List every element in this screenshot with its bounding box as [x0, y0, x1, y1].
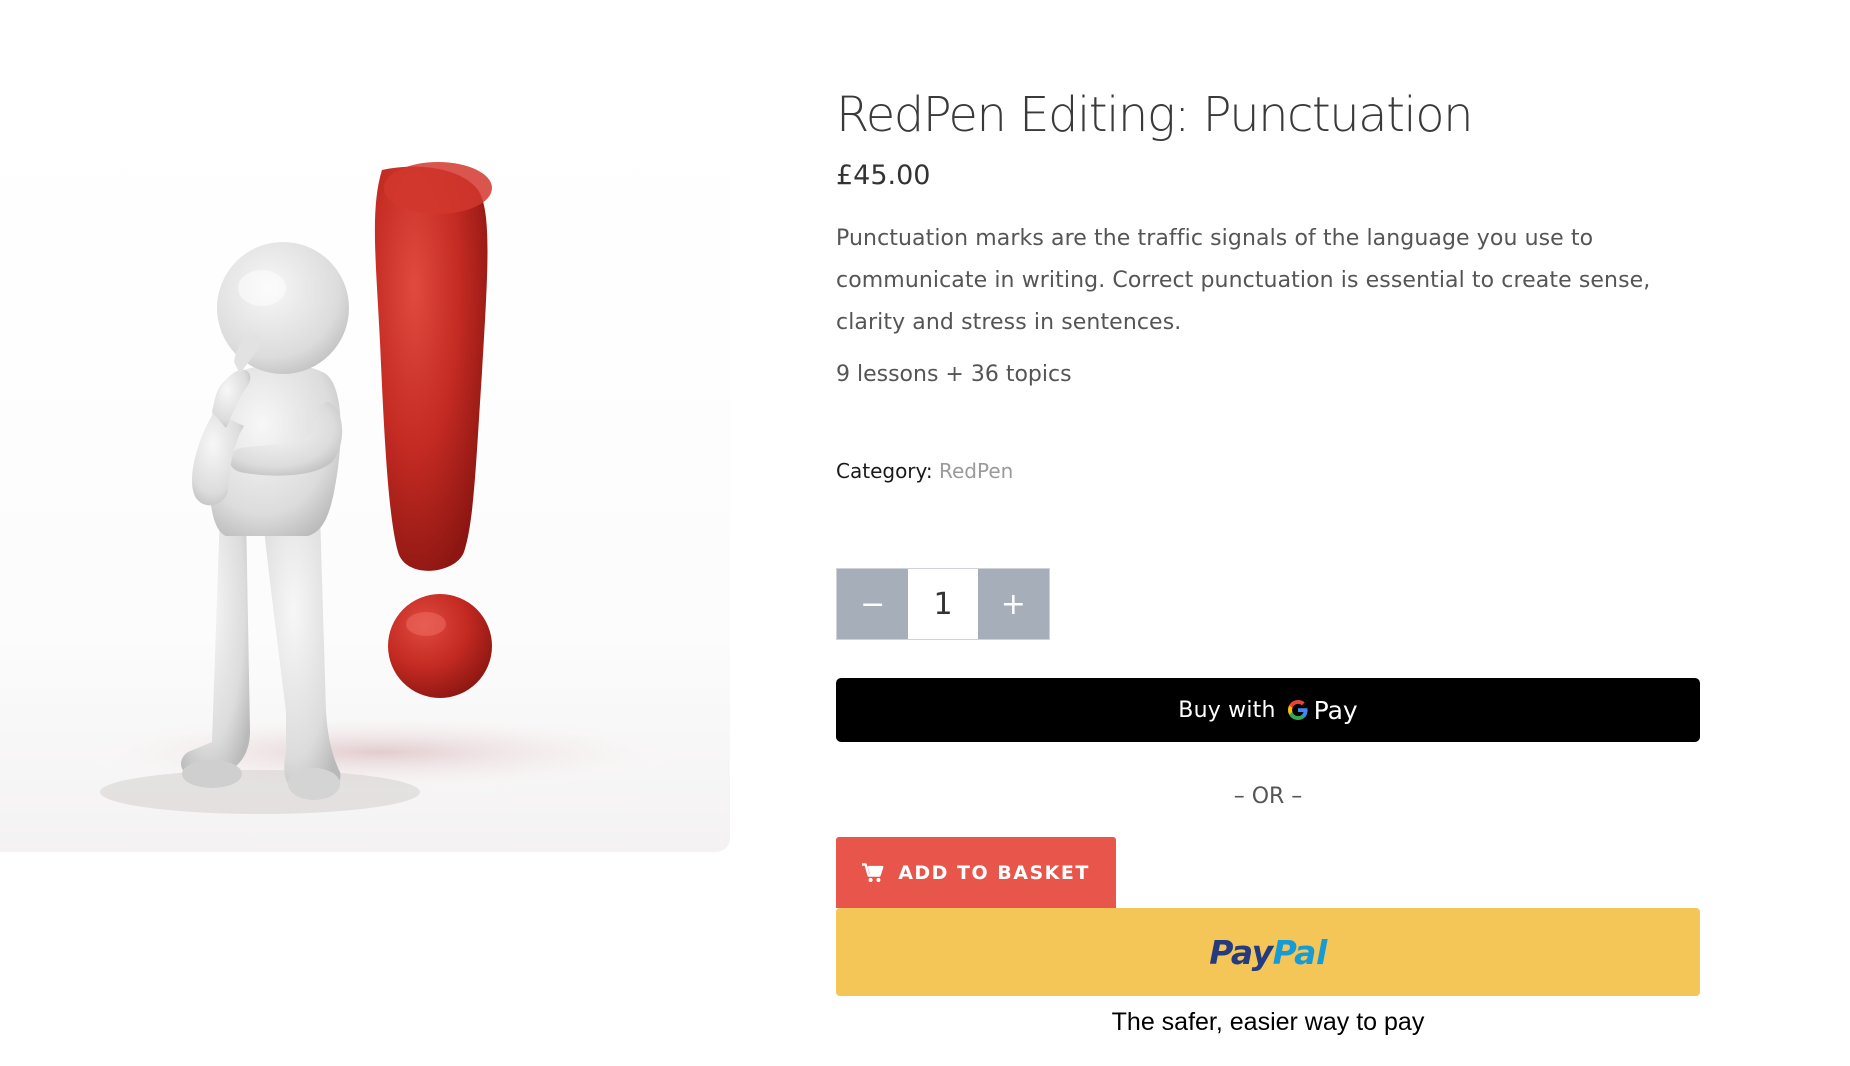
google-pay-label: Buy with [1178, 697, 1276, 723]
add-to-basket-button[interactable]: ADD TO BASKET [836, 837, 1116, 908]
paypal-tagline: The safer, easier way to pay [1111, 1008, 1425, 1036]
or-separator: – OR – [1233, 784, 1303, 809]
paypal-logo: PayPal [1209, 933, 1327, 972]
cart-icon [862, 862, 884, 882]
google-pay-word: Pay [1313, 695, 1358, 725]
product-page: RedPen Editing: Punctuation £45.00 Punct… [0, 0, 1850, 1066]
paypal-button[interactable]: PayPal [836, 908, 1700, 996]
google-pay-logo: Pay [1286, 696, 1358, 725]
quantity-increment-button[interactable]: + [977, 569, 1049, 639]
category-label: Category: [836, 459, 933, 483]
product-image[interactable] [0, 112, 730, 852]
product-title: RedPen Editing: Punctuation [836, 87, 1474, 143]
google-pay-button[interactable]: Buy with Pay [836, 678, 1700, 742]
paypal-logo-pal: Pal [1272, 932, 1328, 972]
google-g-icon [1287, 700, 1308, 720]
lesson-count: 9 lessons + 36 topics [836, 362, 1072, 387]
quantity-input[interactable]: 1 [908, 569, 978, 639]
add-to-basket-label: ADD TO BASKET [898, 861, 1090, 884]
product-summary: RedPen Editing: Punctuation £45.00 Punct… [836, 80, 1700, 1036]
product-price: £45.00 [836, 160, 931, 191]
paypal-logo-pay: Pay [1209, 932, 1273, 972]
category-link[interactable]: RedPen [939, 459, 1013, 483]
quantity-decrement-button[interactable]: − [837, 569, 909, 639]
product-description: Punctuation marks are the traffic signal… [836, 226, 1651, 335]
product-category: Category: RedPen [836, 456, 1013, 486]
quantity-stepper: − 1 + [836, 568, 1050, 640]
thinking-figure-exclamation-illustration [50, 162, 710, 814]
